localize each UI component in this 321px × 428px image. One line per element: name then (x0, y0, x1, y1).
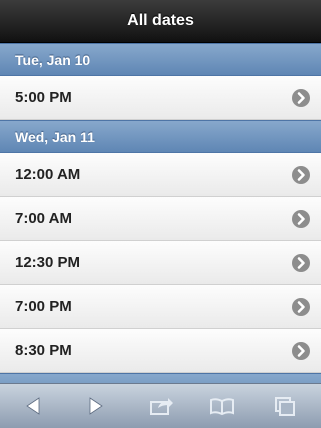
tabs-icon[interactable] (270, 391, 300, 421)
share-icon[interactable] (146, 391, 176, 421)
list-item[interactable]: 8:30 PM (0, 329, 321, 373)
date-divider: Wed, Jan 11 (0, 120, 321, 153)
time-label: 5:00 PM (15, 89, 72, 106)
chevron-right-icon (292, 298, 310, 316)
chevron-right-icon (292, 89, 310, 107)
chevron-right-icon (292, 342, 310, 360)
header-title: All dates (0, 0, 321, 43)
forward-arrow-icon[interactable] (81, 391, 111, 421)
list-item[interactable]: 7:00 PM (0, 285, 321, 329)
back-arrow-icon[interactable] (18, 391, 48, 421)
browser-toolbar (0, 383, 321, 428)
date-divider: Tue, Jan 10 (0, 43, 321, 76)
list-item[interactable]: 5:00 PM (0, 76, 321, 120)
chevron-right-icon (292, 166, 310, 184)
time-label: 8:30 PM (15, 342, 72, 359)
list-item[interactable]: 12:30 PM (0, 241, 321, 285)
page: All dates Tue, Jan 10 5:00 PM Wed, Jan 1… (0, 0, 321, 428)
time-label: 7:00 PM (15, 298, 72, 315)
dates-list: Tue, Jan 10 5:00 PM Wed, Jan 11 12:00 AM… (0, 43, 321, 406)
bookmarks-icon[interactable] (207, 391, 237, 421)
chevron-right-icon (292, 210, 310, 228)
time-label: 12:00 AM (15, 166, 81, 183)
time-label: 7:00 AM (15, 210, 72, 227)
chevron-right-icon (292, 254, 310, 272)
time-label: 12:30 PM (15, 254, 81, 271)
list-item[interactable]: 12:00 AM (0, 153, 321, 197)
list-item[interactable]: 7:00 AM (0, 197, 321, 241)
